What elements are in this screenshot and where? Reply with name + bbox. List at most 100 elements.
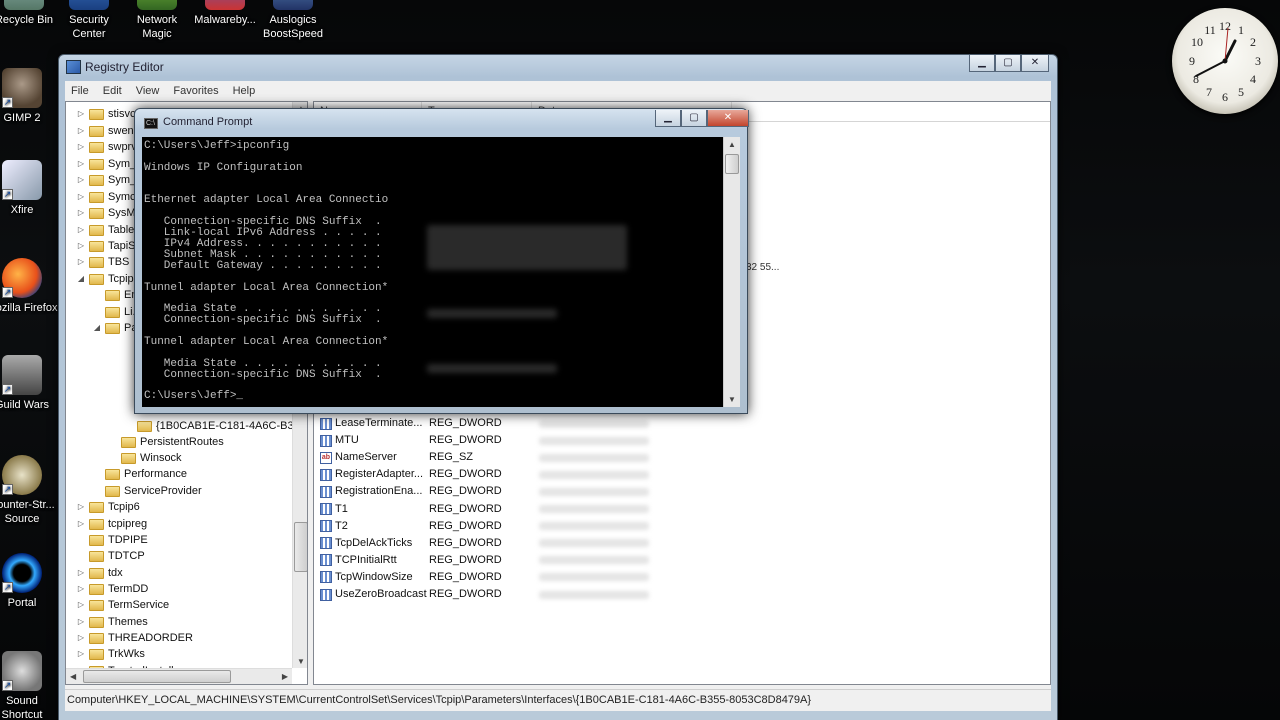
- expand-icon[interactable]: ▷: [76, 516, 86, 532]
- value-row[interactable]: LeaseTerminate... REG_DWORD: [320, 415, 649, 432]
- expand-icon[interactable]: ▷: [76, 614, 86, 630]
- tree-key[interactable]: ServiceProvider: [92, 483, 202, 499]
- expand-icon[interactable]: ▷: [76, 106, 86, 122]
- expand-icon[interactable]: ▷: [76, 139, 86, 155]
- expand-icon[interactable]: ▷: [76, 581, 86, 597]
- menu-help[interactable]: Help: [233, 85, 256, 97]
- tree-key[interactable]: ▷ TermService: [76, 597, 169, 613]
- expand-icon[interactable]: ▷: [76, 254, 86, 270]
- desktop-icon-counter-strike[interactable]: ↗ Counter-Str... Source: [0, 455, 58, 526]
- tree-vscroll-thumb[interactable]: [294, 522, 307, 572]
- value-type: REG_DWORD: [429, 417, 502, 429]
- value-type: REG_DWORD: [429, 468, 502, 481]
- desktop-icon-malwarebytes[interactable]: Malwareby...: [189, 0, 261, 27]
- folder-icon: [89, 273, 104, 285]
- tree-key[interactable]: ▷ tcpipreg: [76, 516, 147, 532]
- menu-view[interactable]: View: [136, 85, 160, 97]
- close-button[interactable]: ✕: [1021, 55, 1049, 72]
- expand-icon[interactable]: ▷: [76, 205, 86, 221]
- tree-key[interactable]: PersistentRoutes: [108, 434, 224, 450]
- folder-icon: [89, 599, 104, 611]
- value-row[interactable]: RegisterAdapter... REG_DWORD: [320, 466, 649, 483]
- tree-key[interactable]: ▷ Themes: [76, 614, 148, 630]
- expand-icon[interactable]: ▷: [76, 499, 86, 515]
- scroll-right-arrow[interactable]: ▶: [282, 672, 288, 681]
- scroll-up-arrow[interactable]: ▲: [728, 140, 736, 149]
- tree-key[interactable]: ▷ swprv: [76, 139, 137, 155]
- scroll-down-arrow[interactable]: ▼: [728, 395, 736, 404]
- console-output[interactable]: C:\Users\Jeff>ipconfig Windows IP Configu…: [142, 137, 731, 407]
- tree-key[interactable]: ▷ TrkWks: [76, 646, 145, 662]
- clock-gadget[interactable]: 12 1 2 3 4 5 6 7 8 9 10 11: [1172, 8, 1278, 114]
- expand-icon[interactable]: ▷: [76, 156, 86, 172]
- expand-icon[interactable]: ▷: [76, 172, 86, 188]
- desktop-icon-auslogics[interactable]: Auslogics BoostSpeed: [257, 0, 329, 41]
- folder-icon: [105, 289, 120, 301]
- tree-key[interactable]: ▷ THREADORDER: [76, 630, 193, 646]
- tree-key[interactable]: ▷ TBS: [76, 254, 129, 270]
- desktop-icon-portal[interactable]: ↗ Portal: [0, 553, 58, 610]
- value-row[interactable]: TCPInitialRtt REG_DWORD: [320, 552, 649, 569]
- value-row[interactable]: TcpDelAckTicks REG_DWORD: [320, 535, 649, 552]
- desktop-icon-label: Xfire: [10, 204, 34, 216]
- desktop-icon-gimp[interactable]: ↗ GIMP 2: [0, 68, 58, 125]
- collapse-icon[interactable]: ◢: [92, 320, 102, 336]
- expand-icon[interactable]: ▷: [76, 189, 86, 205]
- expand-icon[interactable]: ▷: [76, 630, 86, 646]
- scroll-left-arrow[interactable]: ◀: [70, 672, 76, 681]
- expand-icon[interactable]: ▷: [76, 238, 86, 254]
- expand-icon[interactable]: ▷: [76, 565, 86, 581]
- redacted-value-data: [539, 590, 649, 599]
- desktop-icon-guild-wars[interactable]: ↗ Guild Wars: [0, 355, 58, 412]
- menu-edit[interactable]: Edit: [103, 85, 122, 97]
- tree-key[interactable]: ▷ Tcpip6: [76, 499, 140, 515]
- value-row[interactable]: UseZeroBroadcast REG_DWORD: [320, 586, 649, 603]
- menu-favorites[interactable]: Favorites: [173, 85, 218, 97]
- tree-key[interactable]: ▷ tdx: [76, 565, 123, 581]
- desktop-icon-recycle-bin[interactable]: Recycle Bin: [0, 0, 60, 27]
- cmd-close-button[interactable]: ✕: [707, 110, 749, 127]
- minimize-button[interactable]: ▁: [969, 55, 995, 72]
- collapse-icon[interactable]: ◢: [76, 271, 86, 287]
- desktop-icon-label: Portal: [7, 597, 37, 609]
- expand-icon[interactable]: ▷: [76, 646, 86, 662]
- scroll-down-arrow[interactable]: ▼: [297, 657, 305, 666]
- tree-key[interactable]: ◢ Tcpip: [76, 271, 134, 287]
- value-row[interactable]: RegistrationEna... REG_DWORD: [320, 483, 649, 500]
- value-row[interactable]: MTU REG_DWORD: [320, 432, 649, 449]
- folder-icon: [89, 501, 104, 513]
- value-type: REG_SZ: [429, 451, 474, 464]
- clock-numeral-1: 1: [1238, 23, 1244, 37]
- desktop-icon-security-center[interactable]: Security Center: [53, 0, 125, 41]
- tree-key[interactable]: ▷ stisvc: [76, 106, 136, 122]
- clock-numeral-2: 2: [1250, 35, 1256, 49]
- menu-file[interactable]: File: [71, 85, 89, 97]
- expand-icon[interactable]: ▷: [76, 222, 86, 238]
- folder-icon: [89, 207, 104, 219]
- cmd-maximize-button[interactable]: ▢: [681, 110, 707, 127]
- expand-icon[interactable]: ▷: [76, 123, 86, 139]
- value-row[interactable]: ab NameServer REG_SZ: [320, 449, 649, 466]
- expand-icon[interactable]: ▷: [76, 597, 86, 613]
- tree-hscroll-thumb[interactable]: [83, 670, 231, 683]
- desktop-icon-sound[interactable]: ↗ Sound Shortcut: [0, 651, 58, 720]
- tree-horizontal-scrollbar[interactable]: ◀ ▶: [66, 668, 292, 684]
- cmd-scrollbar[interactable]: ▲ ▼: [723, 137, 740, 407]
- tree-key[interactable]: TDTCP: [76, 548, 145, 564]
- tree-key[interactable]: TDPIPE: [76, 532, 148, 548]
- value-row[interactable]: TcpWindowSize REG_DWORD: [320, 569, 649, 586]
- tree-key[interactable]: Performance: [92, 466, 187, 482]
- desktop-icon-label: Counter-Str... Source: [0, 499, 55, 525]
- tree-key[interactable]: Winsock: [108, 450, 182, 466]
- value-row[interactable]: T1 REG_DWORD: [320, 501, 649, 518]
- tree-key[interactable]: {1B0CAB1E-C181-4A6C-B355...: [124, 418, 307, 434]
- value-row[interactable]: T2 REG_DWORD: [320, 518, 649, 535]
- cmd-scroll-thumb[interactable]: [725, 154, 739, 174]
- desktop-icon-xfire[interactable]: ↗ Xfire: [0, 160, 58, 217]
- maximize-button[interactable]: ▢: [995, 55, 1021, 72]
- desktop-icon-firefox[interactable]: ↗ Mozilla Firefox: [0, 258, 58, 315]
- cmd-minimize-button[interactable]: ▁: [655, 110, 681, 127]
- tree-key[interactable]: ▷ TermDD: [76, 581, 148, 597]
- command-prompt-window[interactable]: C:\ Command Prompt ▁ ▢ ✕ C:\Users\Jeff>i…: [134, 108, 749, 414]
- desktop-icon-network-magic[interactable]: Network Magic: [121, 0, 193, 41]
